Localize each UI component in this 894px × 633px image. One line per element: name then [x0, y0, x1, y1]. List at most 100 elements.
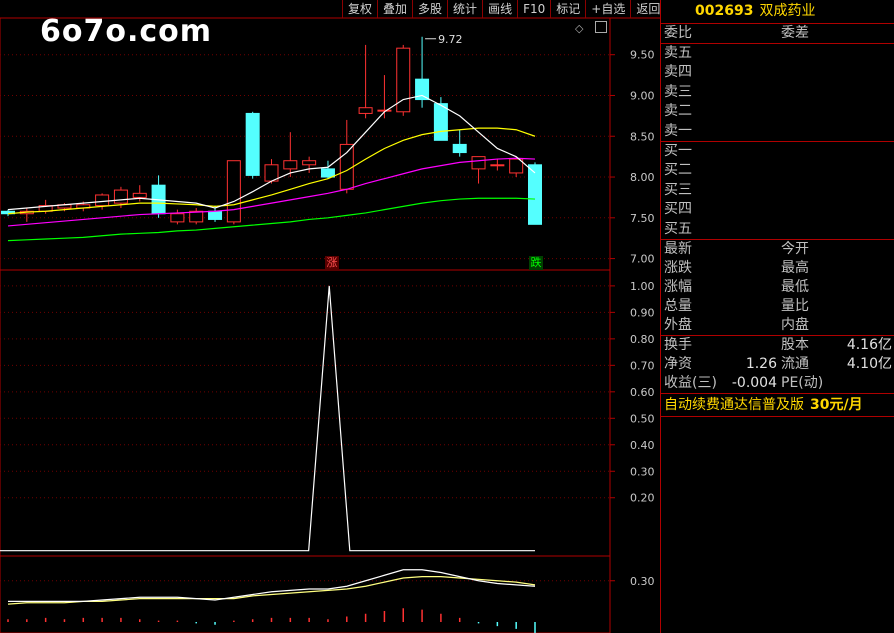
fund-value: -0.004: [731, 374, 777, 391]
fund-label: 换手: [664, 336, 692, 353]
signal-tick-label: 0.80: [630, 333, 655, 346]
candle-body: [452, 143, 467, 154]
price-tick-label: 9.50: [630, 49, 655, 62]
quote-rows: 最新 今开涨跌 最高涨幅 最低总量 量比 外盘 内盘: [661, 240, 894, 336]
order-diff-label: 委差: [781, 25, 809, 41]
quote-label-left: 总量: [664, 297, 692, 314]
limit-down-tag: 跌: [529, 256, 543, 270]
window-toggle-icon[interactable]: [595, 21, 607, 33]
indicator-line-1: [8, 569, 536, 602]
toolbar-btn-5[interactable]: F10: [517, 0, 550, 18]
candle-body: [208, 210, 223, 220]
quote-row: 最新 今开: [661, 240, 894, 259]
watermark-logo: 6o7o.com: [40, 14, 213, 49]
quote-row: 总量 量比: [661, 297, 894, 316]
candle-body: [433, 103, 448, 141]
quote-label-right: 最低: [781, 278, 809, 295]
fund-label-2: 流通: [781, 355, 809, 372]
price-tick-label: 8.00: [630, 171, 655, 184]
candle-body: [226, 160, 241, 223]
toolbar-btn-1[interactable]: 叠加: [377, 0, 412, 18]
signal-tick-label: 0.50: [630, 412, 655, 425]
toolbar-btn-7[interactable]: +自选: [585, 0, 630, 18]
stock-title[interactable]: 002693 双成药业: [661, 0, 894, 24]
toolbar-btn-0[interactable]: 复权: [342, 0, 377, 18]
signal-tick-label: 0.20: [630, 492, 655, 505]
buy-level-5: 买五: [664, 220, 692, 237]
quote-label-left: 外盘: [664, 316, 692, 333]
price-tick-label: 7.50: [630, 212, 655, 225]
signal-tick-label: 0.90: [630, 306, 655, 319]
price-tick-label: 7.00: [630, 253, 655, 266]
quote-row: 外盘 内盘: [661, 316, 894, 335]
quote-row: 涨幅 最低: [661, 278, 894, 297]
candle-body: [95, 194, 110, 207]
stock-name: 双成药业: [759, 3, 816, 19]
promo-price: 30元/月: [810, 396, 863, 413]
toolbar-btn-6[interactable]: 标记: [550, 0, 585, 18]
stock-code: 002693: [695, 3, 754, 19]
candle-body: [245, 112, 260, 176]
fund-value-2: 4.16亿: [846, 336, 892, 353]
indicator-tick-label: 0.30: [630, 575, 655, 588]
candle-body: [528, 164, 542, 225]
quote-label-right: 今开: [781, 240, 809, 257]
sell-level-2: 卖四: [664, 64, 692, 81]
toolbar-btn-2[interactable]: 多股: [412, 0, 447, 18]
promo-text: 自动续费通达信普及版: [664, 396, 804, 413]
signal-pane-frame: [0, 269, 611, 557]
quote-label-left: 涨跌: [664, 259, 692, 276]
fund-value: 1.26: [745, 355, 777, 372]
promo-banner[interactable]: 自动续费通达信普及版 30元/月: [661, 394, 894, 417]
candle-body: [132, 192, 147, 198]
fundamental-row: 收益(三) -0.004 PE(动): [661, 374, 894, 393]
chart-toolbar: 复权 叠加 多股 统计 画线 F10 标记 +自选 返回: [342, 0, 665, 18]
sell-levels: 卖五 卖四 卖三 卖二 卖一: [661, 44, 894, 142]
candle-body: [358, 107, 373, 114]
quote-label-left: 涨幅: [664, 278, 692, 295]
sell-level-3: 卖三: [664, 83, 692, 100]
quote-row: 涨跌 最高: [661, 259, 894, 278]
max-price-label: 9.72: [438, 33, 463, 46]
fundamental-row: 换手 股本 4.16亿: [661, 336, 894, 355]
buy-level-2: 买二: [664, 162, 692, 179]
candle-body: [170, 213, 185, 223]
sell-level-1: 卖五: [664, 45, 692, 61]
signal-tick-label: 0.40: [630, 439, 655, 452]
quote-label-left: 最新: [664, 240, 692, 257]
diamond-icon[interactable]: ◇: [575, 22, 583, 35]
candle-body: [113, 189, 128, 204]
candle-body: [490, 164, 505, 167]
price-tick-label: 9.00: [630, 89, 655, 102]
fund-label: 净资: [664, 355, 692, 372]
candle-body: [283, 160, 298, 170]
indicator-pane-frame: [0, 555, 611, 633]
price-tick-label: 8.50: [630, 130, 655, 143]
candle-body: [339, 143, 354, 190]
signal-tick-label: 1.00: [630, 280, 655, 293]
quote-label-right: 内盘: [781, 316, 809, 333]
price-pane-frame: [0, 17, 611, 271]
signal-tick-label: 0.60: [630, 386, 655, 399]
buy-levels: 买一买二买三买四买五: [661, 142, 894, 240]
fundamental-row: 净资 1.26 流通 4.10亿: [661, 355, 894, 374]
quote-label-right: 最高: [781, 259, 809, 276]
fund-label: 收益(三): [664, 374, 717, 391]
candle-body: [320, 168, 335, 178]
signal-tick-label: 0.70: [630, 359, 655, 372]
order-ratio-row: 委比 委差: [661, 24, 894, 44]
buy-level-3: 买三: [664, 181, 692, 198]
toolbar-btn-4[interactable]: 画线: [482, 0, 517, 18]
buy-level-1: 买一: [664, 142, 692, 159]
buy-level-4: 买四: [664, 201, 692, 218]
candle-body: [302, 160, 317, 166]
fund-value-2: 4.10亿: [846, 355, 892, 372]
candle-body: [377, 109, 392, 112]
order-ratio-label: 委比: [664, 25, 692, 41]
fundamental-rows: 换手 股本 4.16亿 净资 1.26 流通 4.10亿收益(三) -0.004 PE(动): [661, 336, 894, 394]
limit-up-tag: 涨: [325, 256, 339, 270]
signal-tick-label: 0.30: [630, 465, 655, 478]
chart-canvas[interactable]: 9.50 9.00 8.50 8.00 7.50 7.00 9.72 1.00 0.90 0.80…: [0, 0, 660, 633]
fund-label-2: PE(动): [781, 374, 824, 391]
toolbar-btn-3[interactable]: 统计: [447, 0, 482, 18]
